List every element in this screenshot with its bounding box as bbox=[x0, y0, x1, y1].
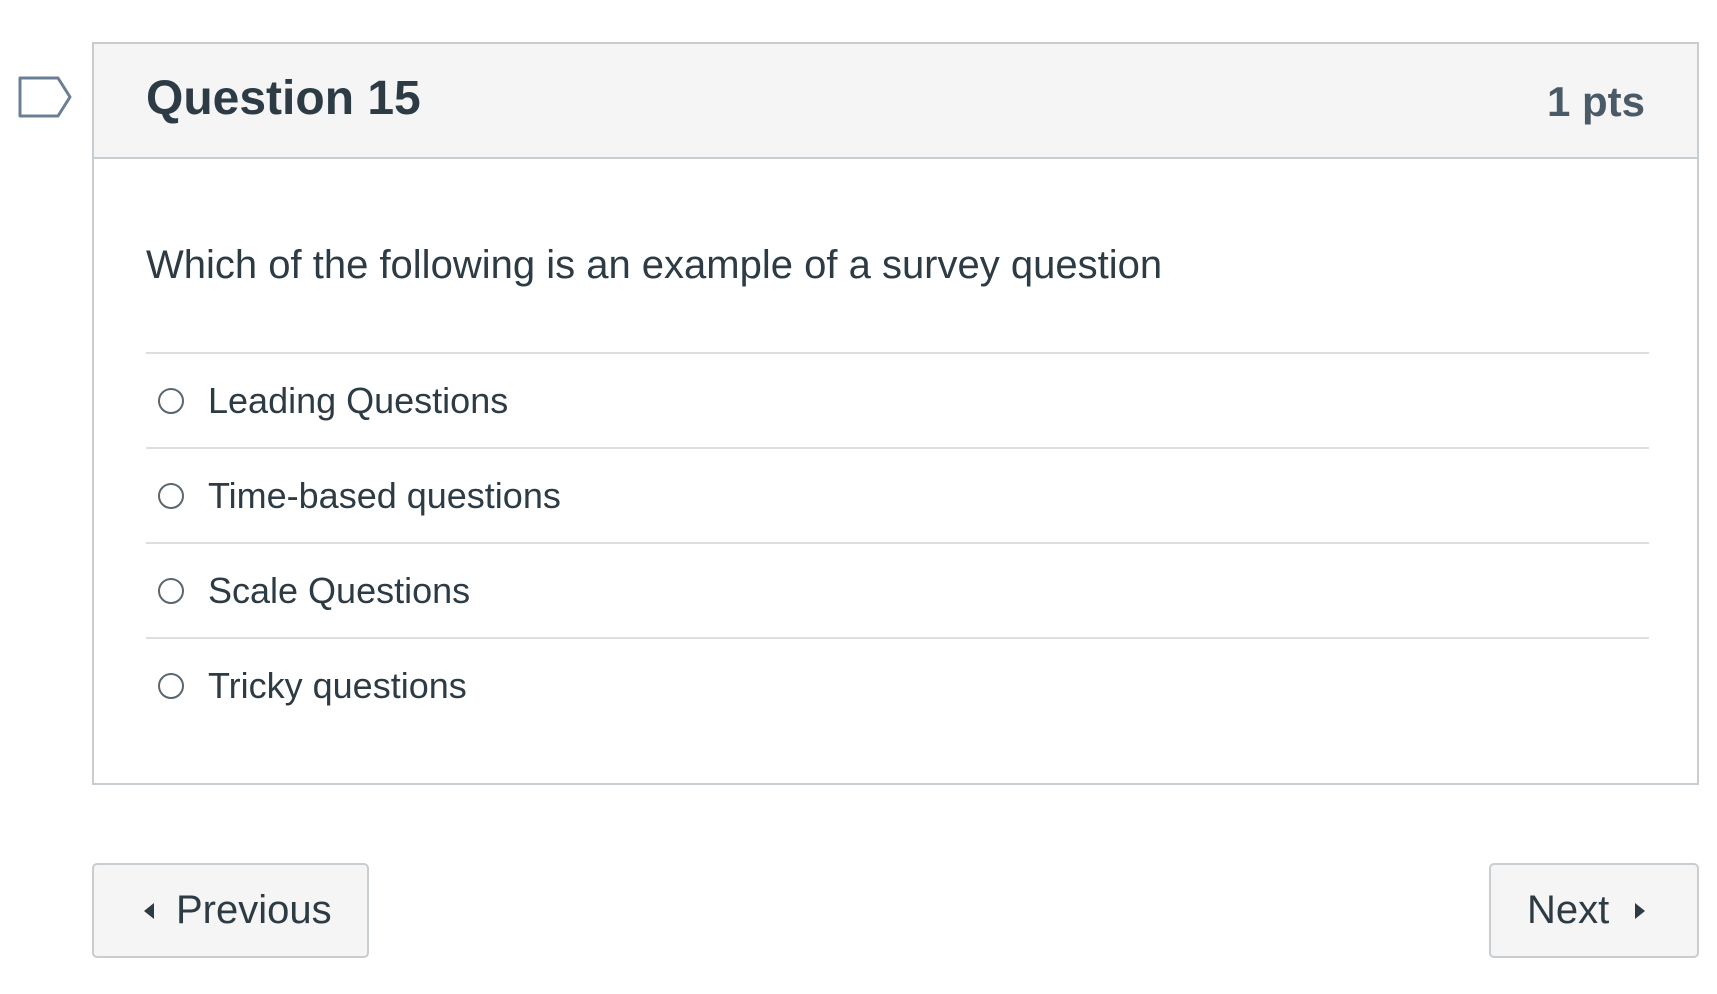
radio-button[interactable] bbox=[158, 672, 184, 699]
question-card: Question 15 1 pts Which of the following… bbox=[92, 42, 1699, 785]
caret-left-icon bbox=[144, 902, 154, 919]
answer-option[interactable]: Time-based questions bbox=[146, 447, 1649, 542]
answer-list: Leading Questions Time-based questions S… bbox=[146, 352, 1649, 732]
answer-label[interactable]: Tricky questions bbox=[208, 664, 467, 708]
radio-button[interactable] bbox=[158, 482, 184, 509]
radio-button[interactable] bbox=[158, 387, 184, 414]
previous-button[interactable]: Previous bbox=[92, 863, 369, 958]
next-button[interactable]: Next bbox=[1489, 863, 1699, 958]
question-header: Question 15 1 pts bbox=[94, 44, 1697, 159]
caret-right-icon bbox=[1635, 902, 1646, 919]
question-points: 1 pts bbox=[1546, 78, 1645, 125]
question-text: Which of the following is an example of … bbox=[146, 243, 1163, 287]
next-label: Next bbox=[1527, 888, 1610, 932]
answer-option[interactable]: Scale Questions bbox=[146, 542, 1649, 637]
answer-label[interactable]: Time-based questions bbox=[208, 474, 561, 518]
answer-label[interactable]: Scale Questions bbox=[208, 569, 470, 613]
answer-label[interactable]: Leading Questions bbox=[208, 379, 508, 423]
question-title: Question 15 bbox=[146, 72, 421, 125]
answer-option[interactable]: Tricky questions bbox=[146, 637, 1649, 732]
flag-question-icon[interactable] bbox=[18, 76, 72, 118]
radio-button[interactable] bbox=[158, 577, 184, 604]
answer-option[interactable]: Leading Questions bbox=[146, 352, 1649, 447]
previous-label: Previous bbox=[176, 888, 332, 932]
